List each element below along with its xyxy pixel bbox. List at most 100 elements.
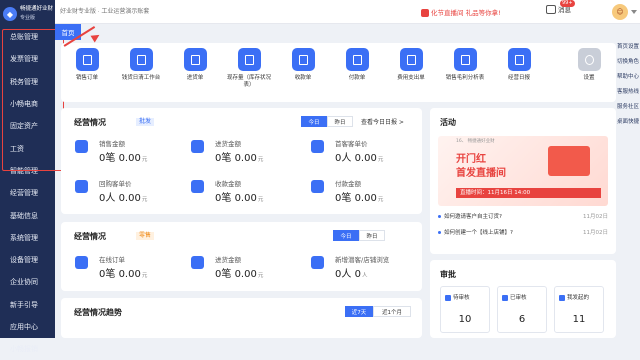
quick-expense[interactable]: 费用支出单 [385,48,437,82]
document-icon [75,48,99,71]
panel-title: 审批 [440,270,456,279]
seg-yesterday[interactable]: 昨日 [327,116,353,127]
chart-icon [453,48,477,71]
sidebar-item-general-ledger[interactable]: 总账管理 [0,26,55,48]
approval-pending[interactable]: 待审核 10 [440,286,490,333]
topbar: 化节直播间 礼品等你拿! 99+ 消息 ☺ [55,0,640,24]
quick-daily-workbench[interactable]: 钱货日清工作台 [115,48,167,82]
cart-icon [191,140,204,153]
metric-new-visitors[interactable]: 新增潜客/店铺浏览 0人 0人 [311,254,421,286]
sidebar: ◆ 畅捷通好业财 专业版 总账管理 发票管理 税务管理 小畅电商 固定资产 工资… [0,0,55,353]
sidebar-item-reimbursement[interactable]: 小畅报销 [0,338,55,360]
quick-actions: 销售订单 钱货日清工作台 进货单 现存量（库存状况表） 收款单 付款单 费用支出… [61,43,616,102]
quick-payment[interactable]: 付款单 [331,48,383,82]
panel-title: 经营情况 [74,232,106,241]
seg-7-days[interactable]: 近7天 [345,306,373,317]
seg-1-month[interactable]: 近1个月 [373,306,411,317]
logo-name: 畅捷通好业财 [20,6,54,12]
sidebar-item-smart[interactable]: 智能管理 [0,160,55,182]
metric-sales-amount[interactable]: 销售金额 0笔 0.00元 [75,138,185,170]
panel-title: 活动 [440,118,456,127]
quick-purchase-order[interactable]: 进货单 [169,48,221,82]
metric-online-orders[interactable]: 在线订单 0笔 0.00元 [75,254,185,286]
payment-icon [345,48,369,71]
message-icon [546,4,556,14]
approval-approved[interactable]: 已审核 6 [497,286,547,333]
activity-banner[interactable]: 16、 畅捷通好业财 开门红 首发直播间 直播时间：11月16日 14:00 [438,136,608,206]
sidebar-item-tax[interactable]: 税务管理 [0,71,55,93]
quick-settings[interactable]: 设置 [563,48,615,82]
activity-panel: 活动 16、 畅捷通好业财 开门红 首发直播间 直播时间：11月16日 14:0… [430,108,616,254]
quick-sales-order[interactable]: 销售订单 [61,48,113,82]
gear-icon [577,48,601,71]
sidebar-item-fixed-assets[interactable]: 固定资产 [0,115,55,137]
gift-icon [548,146,590,176]
logo-icon: ◆ [3,7,17,21]
seg-today[interactable]: 今日 [301,116,327,127]
mode-badge: 批发 [136,118,155,126]
side-link-desktop[interactable]: 桌面快捷 [616,118,640,127]
sidebar-item-devices[interactable]: 设备管理 [0,249,55,271]
seg-today[interactable]: 今日 [333,230,359,241]
metric-receipt[interactable]: 收款金额 0笔 0.00元 [191,178,301,210]
side-link-hotline[interactable]: 客服热线 [616,88,640,97]
avatar[interactable]: ☺ [612,4,628,20]
sidebar-item-ecommerce[interactable]: 小畅电商 [0,93,55,115]
news-item[interactable]: 如何创建一个【线上店铺】? 11月02日 [438,228,608,236]
news-item[interactable]: 如何邀请客户自主订货? 11月02日 [438,212,608,220]
live-icon [421,9,429,17]
seg-yesterday[interactable]: 昨日 [359,230,385,241]
logo[interactable]: ◆ 畅捷通好业财 专业版 [0,0,55,26]
sidebar-item-payroll[interactable]: 工资 [0,137,55,159]
user-icon [311,140,324,153]
sidebar-item-collaboration[interactable]: 企业协同 [0,271,55,293]
search-input[interactable] [58,4,248,19]
side-link-switch-role[interactable]: 切换角色 [616,58,640,67]
sidebar-item-basic-info[interactable]: 基础信息 [0,204,55,226]
approval-mine[interactable]: 我发起的 11 [554,286,604,333]
sidebar-item-system[interactable]: 系统管理 [0,227,55,249]
wallet-icon [75,140,88,153]
panel-title: 经营情况 [74,118,106,127]
sidebar-item-app-center[interactable]: 应用中心 [0,316,55,338]
receipt-icon [291,48,315,71]
message-badge: 99+ [560,0,575,7]
operations-wholesale-panel: 经营情况 批发 今日 昨日 查看今日日报 > 销售金额 0笔 0.00元 进货金额… [61,108,422,214]
quick-daily-report[interactable]: 经营日报 [493,48,545,82]
approval-panel: 审批 待审核 10 已审核 6 我发起的 11 [430,260,616,338]
daily-report-link[interactable]: 查看今日日报 > [361,117,404,126]
sidebar-item-operations[interactable]: 经营管理 [0,182,55,204]
logo-edition: 专业版 [20,15,36,21]
quick-receipt[interactable]: 收款单 [277,48,329,82]
expense-icon [399,48,423,71]
metric-retail-purchase[interactable]: 进货金额 0笔 0.00元 [191,254,301,286]
metric-purchase-amount[interactable]: 进货金额 0笔 0.00元 [191,138,301,170]
metric-repurchase[interactable]: 回购客单价 0人 0.00元 [75,178,185,210]
side-link-help[interactable]: 帮助中心 [616,73,640,82]
sidebar-item-invoice[interactable]: 发票管理 [0,48,55,70]
trend-panel: 经营情况趋势 近7天 近1个月 [61,298,422,338]
metric-first-customer[interactable]: 首客客单价 0人 0.00元 [311,138,421,170]
side-link-community[interactable]: 服务社区 [616,103,640,112]
quick-inventory[interactable]: 现存量（库存状况表） [223,48,275,89]
user-plus-icon [311,256,324,269]
box-icon [237,48,261,71]
side-links: 首页设置 切换角色 帮助中心 客服热线 服务社区 桌面快捷 [616,43,640,133]
sidebar-item-guide[interactable]: 新手引导 [0,294,55,316]
promo-link[interactable]: 化节直播间 礼品等你拿! [421,7,501,17]
document-icon [183,48,207,71]
user-icon [75,180,88,193]
quick-gross-profit[interactable]: 销售毛利分析表 [439,48,491,82]
mode-badge: 零售 [136,232,155,240]
cart-icon [191,256,204,269]
report-icon [507,48,531,71]
side-link-home-settings[interactable]: 首页设置 [616,43,640,52]
message-button[interactable]: 99+ 消息 [546,0,575,14]
tab-bar: 首页 [55,24,615,40]
metric-payment[interactable]: 付款金额 0笔 0.00元 [311,178,421,210]
promo-text: 化节直播间 礼品等你拿! [431,9,501,17]
chevron-down-icon[interactable] [631,10,637,14]
panel-title: 经营情况趋势 [74,308,122,317]
receipt-icon [191,180,204,193]
payment-icon [311,180,324,193]
